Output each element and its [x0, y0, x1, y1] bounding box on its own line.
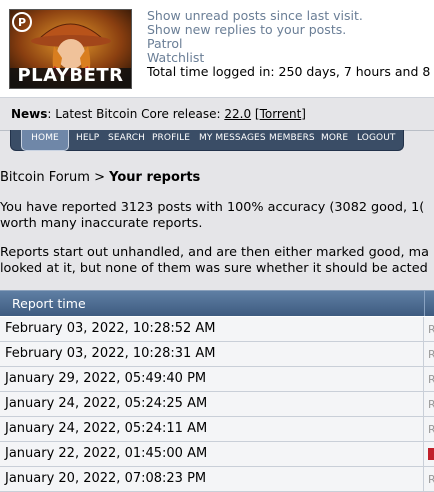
status-indicator: R	[428, 348, 434, 360]
core-release-link[interactable]: 22.0	[224, 107, 251, 121]
breadcrumb-forum[interactable]: Bitcoin Forum	[0, 170, 90, 185]
menu-help[interactable]: HELP	[76, 133, 99, 143]
report-time-cell: January 22, 2022, 01:45:00 AM	[5, 446, 208, 461]
breadcrumb-sep: >	[89, 170, 110, 185]
status-indicator: R	[428, 323, 434, 335]
main-menu: HOME HELP SEARCH PROFILE MY MESSAGES MEM…	[10, 130, 404, 151]
report-time-cell: February 03, 2022, 10:28:31 AM	[5, 346, 216, 361]
svg-text:P: P	[18, 16, 26, 29]
unread-posts-link[interactable]: Show unread posts since last visit.	[147, 9, 434, 23]
menu-profile[interactable]: PROFILE	[152, 133, 190, 143]
status-indicator: R	[428, 398, 434, 410]
menu-logout[interactable]: LOGOUT	[357, 133, 396, 143]
avatar-text: PLAYBETR	[17, 65, 124, 86]
menu-more[interactable]: MORE	[321, 133, 348, 143]
explanation-line-2: looked at it, but none of them was sure …	[0, 261, 428, 276]
explanation-line-1: Reports start out unhandled, and are the…	[0, 245, 429, 260]
table-row: February 03, 2022, 10:28:31 AM R	[0, 342, 434, 367]
header: P PLAYBETR Show unread posts since last …	[0, 0, 434, 98]
news: News: Latest Bitcoin Core release: 22.0 …	[11, 107, 306, 121]
status-indicator: R	[428, 473, 434, 485]
report-time-cell: January 24, 2022, 05:24:11 AM	[5, 421, 208, 436]
new-replies-link[interactable]: Show new replies to your posts.	[147, 23, 434, 37]
avatar[interactable]: P PLAYBETR	[9, 9, 132, 89]
status-indicator	[428, 448, 434, 460]
column-report-time[interactable]: Report time	[12, 296, 86, 311]
table-row: January 20, 2022, 07:08:23 PM R	[0, 467, 434, 492]
table-row: February 03, 2022, 10:28:52 AM R	[0, 317, 434, 342]
report-summary: You have reported 3123 posts with 100% a…	[0, 200, 424, 232]
status-indicator: R	[428, 423, 434, 435]
table-header: Report time	[0, 291, 434, 316]
torrent-link[interactable]: Torrent	[260, 107, 302, 121]
header-divider	[424, 291, 425, 316]
news-label: News	[11, 107, 48, 121]
summary-line-2: worth many inaccurate reports.	[0, 216, 203, 231]
table-row: January 24, 2022, 05:24:25 AM R	[0, 392, 434, 417]
summary-line-1: You have reported 3123 posts with 100% a…	[0, 200, 425, 215]
reports-table: Report time February 03, 2022, 10:28:52 …	[0, 290, 434, 492]
breadcrumb: Bitcoin Forum > Your reports	[0, 170, 200, 185]
time-logged-in: Total time logged in: 250 days, 7 hours …	[147, 64, 434, 79]
breadcrumb-current: Your reports	[109, 170, 201, 185]
table-row: January 22, 2022, 01:45:00 AM	[0, 442, 434, 467]
table-row: January 29, 2022, 05:49:40 PM R	[0, 367, 434, 392]
menu-my-messages[interactable]: MY MESSAGES	[199, 133, 266, 143]
report-time-cell: February 03, 2022, 10:28:52 AM	[5, 321, 216, 336]
report-time-cell: January 24, 2022, 05:24:25 AM	[5, 396, 208, 411]
news-text: : Latest Bitcoin Core release:	[47, 107, 225, 121]
status-indicator: R	[428, 373, 434, 385]
watchlist-link[interactable]: Watchlist	[147, 51, 434, 65]
user-links: Show unread posts since last visit. Show…	[147, 9, 434, 79]
report-explanation: Reports start out unhandled, and are the…	[0, 245, 429, 277]
table-row: January 24, 2022, 05:24:11 AM R	[0, 417, 434, 442]
menu-members[interactable]: MEMBERS	[269, 133, 315, 143]
menu-home[interactable]: HOME	[21, 130, 69, 151]
news-bar: News: Latest Bitcoin Core release: 22.0 …	[0, 98, 434, 131]
menu-search[interactable]: SEARCH	[108, 133, 145, 143]
report-time-cell: January 29, 2022, 05:49:40 PM	[5, 371, 207, 386]
patrol-link[interactable]: Patrol	[147, 37, 434, 51]
